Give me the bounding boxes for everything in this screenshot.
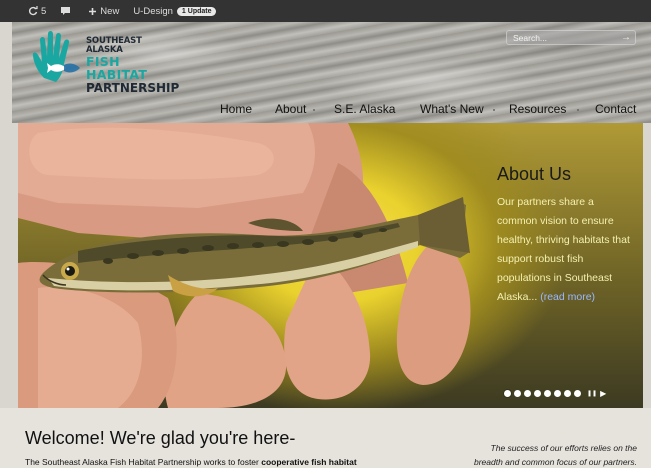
slide-body: Our partners share a common vision to en… (497, 193, 637, 307)
nav-item-about[interactable]: About (275, 102, 306, 116)
partner-quote: The success of our efforts relies on the… (437, 441, 637, 468)
logo-text: SOUTHEAST ALASKA FISH HABITAT PARTNERSHI… (86, 37, 180, 94)
nav-separator (493, 109, 495, 111)
site-name: U-Design (133, 5, 173, 17)
nav-item-whats-new[interactable]: What's New (420, 102, 484, 116)
nav-separator (577, 109, 579, 111)
plus-icon (89, 7, 97, 15)
nav-item-home[interactable]: Home (220, 102, 252, 116)
nav-item-contact[interactable]: Contact (595, 102, 636, 116)
slider-dot[interactable] (574, 389, 581, 397)
logo-line-3: PARTNERSHIP (86, 81, 180, 95)
welcome-heading: Welcome! We're glad you're here- (25, 428, 296, 448)
quote-line-2: breadth and common focus of our partners… (473, 457, 637, 467)
site-header: SOUTHEAST ALASKA FISH HABITAT PARTNERSHI… (12, 22, 651, 123)
slide-title: About Us (497, 164, 572, 184)
intro-text-bold: cooperative fish habitat (261, 457, 357, 467)
main-nav: Home About S.E. Alaska What's New Resour… (12, 102, 651, 118)
arrow-right-icon[interactable]: → (621, 32, 631, 43)
new-content-button[interactable]: New (88, 6, 119, 17)
slider-dot[interactable] (514, 389, 521, 397)
slider-dot[interactable] (524, 389, 531, 397)
main-content: Welcome! We're glad you're here- The Sou… (0, 408, 651, 468)
nav-item-se-alaska[interactable]: S.E. Alaska (334, 102, 395, 116)
nav-item-resources[interactable]: Resources (509, 102, 566, 116)
slide-caption: About Us Our partners share a common vis… (497, 164, 637, 307)
site-name-link[interactable]: U-Design 1 Update (133, 5, 217, 17)
site-logo[interactable]: SOUTHEAST ALASKA FISH HABITAT PARTNERSHI… (30, 28, 180, 94)
page: 5 New U-Design 1 Update SOUTHEAST ALASKA… (0, 0, 651, 468)
slide-body-text: Our partners share a common vision to en… (497, 196, 630, 303)
pause-icon[interactable]: ❚❚ (587, 390, 597, 397)
play-icon[interactable]: ▶ (600, 389, 606, 398)
refresh-icon (28, 6, 38, 16)
logo-line-1: SOUTHEAST ALASKA (86, 36, 142, 55)
slider-controls: ❚❚ ▶ (504, 388, 606, 398)
slider-dot[interactable] (504, 389, 511, 397)
slider-dot[interactable] (544, 389, 551, 397)
hero-slider: About Us Our partners share a common vis… (18, 123, 643, 408)
new-label: New (100, 5, 120, 17)
search-box: → (506, 30, 636, 45)
updates-count: 5 (41, 5, 47, 17)
quote-line-1: The success of our efforts relies on the (490, 443, 637, 453)
hand-icon (32, 31, 80, 82)
nav-separator (313, 109, 315, 111)
comment-icon (61, 7, 71, 15)
slider-dot[interactable] (534, 389, 541, 397)
comments-button[interactable] (60, 6, 74, 16)
intro-text-start: The Southeast Alaska Fish Habitat Partne… (25, 457, 262, 467)
updates-button[interactable]: 5 (28, 6, 46, 17)
slider-dot[interactable] (554, 389, 561, 397)
search-input[interactable] (513, 32, 613, 43)
read-more-link[interactable]: (read more) (540, 291, 595, 303)
logo-line-2: FISH HABITAT (86, 54, 148, 82)
intro-text: The Southeast Alaska Fish Habitat Partne… (25, 457, 357, 467)
admin-bar: 5 New U-Design 1 Update (0, 0, 651, 22)
slider-dot[interactable] (564, 389, 571, 397)
update-badge: 1 Update (176, 6, 217, 16)
